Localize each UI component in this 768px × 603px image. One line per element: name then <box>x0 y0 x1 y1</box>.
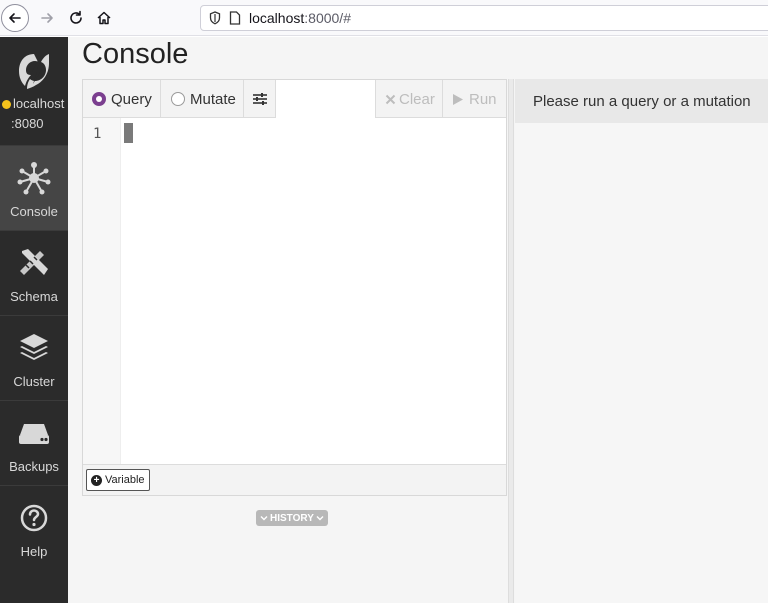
arrow-left-icon <box>9 13 21 23</box>
history-toggle-button[interactable]: HISTORY <box>256 510 328 526</box>
result-placeholder-message: Please run a query or a mutation <box>515 79 768 123</box>
plus-circle-icon: + <box>91 474 102 486</box>
chevron-down-icon <box>316 516 324 521</box>
editor-gutter: 1 <box>83 118 121 464</box>
browser-toolbar: localhost:8000/# <box>0 0 768 36</box>
editor-footer: + Variable <box>83 464 506 495</box>
sidebar-item-help[interactable]: Help <box>0 485 68 570</box>
mutate-mode-label: Mutate <box>190 90 236 108</box>
editor-toolbar: Query Mutate Clear Run <box>83 80 506 118</box>
run-label: Run <box>469 90 497 108</box>
forward-button[interactable] <box>33 4 61 32</box>
sidebar-logo[interactable]: localhost :8080 <box>0 37 68 145</box>
url-host: localhost <box>249 10 305 26</box>
panel-resize-handle[interactable] <box>508 79 514 603</box>
server-host: localhost <box>13 96 65 111</box>
close-icon <box>385 94 396 104</box>
sidebar-item-label: Backups <box>9 459 59 474</box>
mutate-mode-radio[interactable]: Mutate <box>161 80 244 118</box>
page-title: Console <box>82 38 189 70</box>
sidebar-item-label: Schema <box>10 289 58 304</box>
home-icon <box>97 11 111 25</box>
arrow-right-icon <box>41 13 53 23</box>
result-panel: Please run a query or a mutation <box>515 79 768 603</box>
history-label: HISTORY <box>270 512 314 524</box>
hard-drive-icon <box>14 415 54 451</box>
radio-unselected-icon <box>171 92 185 106</box>
sidebar-item-schema[interactable]: Schema <box>0 230 68 315</box>
back-button[interactable] <box>1 4 29 32</box>
main-content: Console Query Mutate Clear Run 1 + Varia… <box>68 37 768 603</box>
sidebar-item-console[interactable]: Console <box>0 145 68 230</box>
sidebar-item-label: Cluster <box>13 374 55 389</box>
radio-selected-icon <box>92 92 106 106</box>
clear-button[interactable]: Clear <box>375 80 443 118</box>
home-button[interactable] <box>90 4 118 32</box>
query-code-input[interactable] <box>121 118 506 464</box>
page-icon <box>229 11 241 25</box>
chevron-down-icon <box>260 516 268 521</box>
address-bar[interactable]: localhost:8000/# <box>200 5 768 31</box>
play-icon <box>453 93 463 105</box>
sidebar-item-label: Help <box>20 544 48 559</box>
query-mode-radio[interactable]: Query <box>83 80 161 118</box>
editor-settings-button[interactable] <box>244 80 276 118</box>
question-circle-icon <box>14 500 54 536</box>
add-variable-button[interactable]: + Variable <box>86 469 150 491</box>
query-editor-panel: Query Mutate Clear Run 1 + Variable <box>82 79 507 496</box>
pencil-ruler-icon <box>14 245 54 281</box>
network-icon <box>14 160 54 196</box>
sidebar-item-cluster[interactable]: Cluster <box>0 315 68 400</box>
server-port: :8080 <box>11 116 44 131</box>
dgraph-logo-icon <box>19 54 49 89</box>
shield-icon <box>209 11 221 25</box>
toolbar-spacer <box>276 80 375 118</box>
run-button[interactable]: Run <box>443 80 506 118</box>
layers-icon <box>14 330 54 366</box>
sidebar-item-label: Console <box>10 204 58 219</box>
sidebar-item-backups[interactable]: Backups <box>0 400 68 485</box>
clear-label: Clear <box>399 90 435 108</box>
variable-label: Variable <box>105 474 145 486</box>
text-cursor <box>124 123 133 143</box>
sidebar: localhost :8080 Console Schema Cluster B… <box>0 37 68 603</box>
connection-status-dot <box>2 100 11 109</box>
query-mode-label: Query <box>111 90 152 108</box>
line-number: 1 <box>93 126 102 142</box>
reload-icon <box>70 10 82 24</box>
sliders-icon <box>252 93 267 105</box>
reload-button[interactable] <box>62 4 90 32</box>
url-path: :8000/# <box>304 10 351 26</box>
